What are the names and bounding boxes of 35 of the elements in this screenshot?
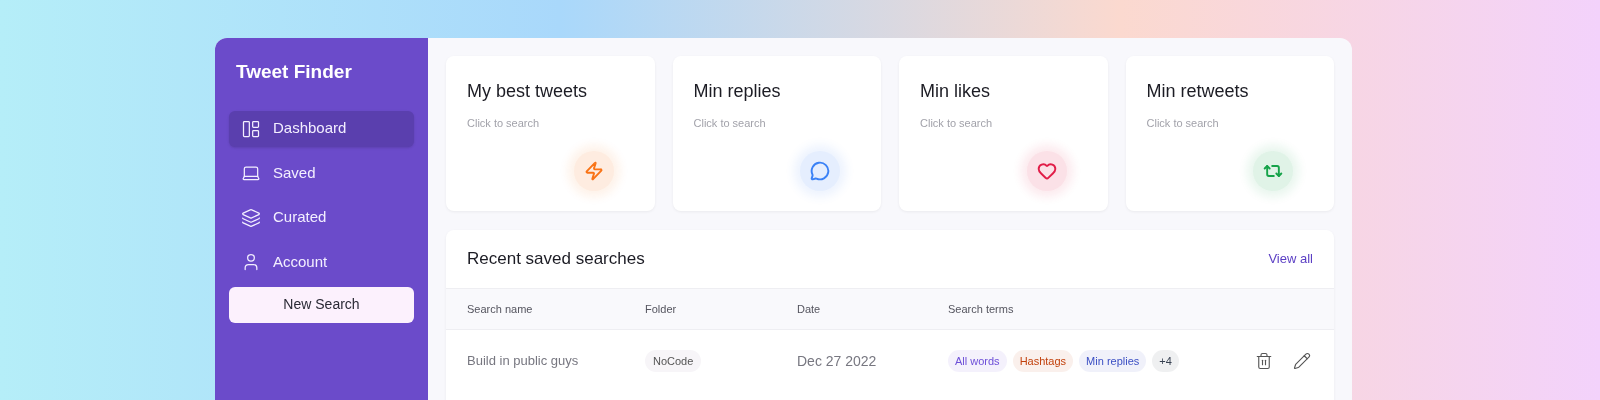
card-title: Min replies [693, 80, 782, 103]
app-title: Tweet Finder [235, 60, 353, 84]
shortcut-card[interactable]: Min replies Click to search [672, 56, 881, 211]
card-subtitle: Click to search [693, 116, 767, 131]
folder-tag: NoCode [645, 349, 702, 373]
layers-icon [241, 207, 261, 228]
column-header: Folder [645, 301, 678, 317]
shortcut-card[interactable]: Min likes Click to search [899, 56, 1108, 211]
card-subtitle: Click to search [467, 116, 541, 131]
card-subtitle: Click to search [1146, 116, 1220, 131]
card-subtitle: Click to search [920, 116, 994, 131]
nav-item[interactable]: Account [229, 244, 414, 280]
card-title: Min likes [920, 80, 991, 103]
term-tag: +4 [1152, 349, 1179, 373]
shortcut-card[interactable]: Min retweets Click to search [1125, 56, 1334, 211]
delete-icon[interactable] [1255, 352, 1273, 370]
table-cell-text: Build in public guys [467, 352, 580, 371]
shortcut-card[interactable]: My best tweets Click to search [446, 56, 655, 211]
table-cell-text: Dec 27 2022 [797, 351, 878, 371]
nav-item[interactable]: Curated [229, 199, 414, 236]
column-header: Search terms [948, 301, 1014, 317]
nav-item[interactable]: Saved [229, 155, 414, 191]
new-search-button[interactable]: New Search [229, 286, 414, 323]
term-tag: Min replies [1079, 349, 1147, 373]
layout-icon [241, 118, 261, 139]
nav-item[interactable]: Dashboard [229, 110, 414, 147]
column-header: Date [797, 301, 822, 317]
term-tag: Hashtags [1012, 349, 1074, 373]
term-tag: All words [948, 349, 1007, 373]
column-header: Search name [467, 301, 534, 317]
card-title: Min retweets [1146, 80, 1250, 103]
view-all-link[interactable]: View all [1268, 249, 1313, 269]
panel-title: Recent saved searches [467, 248, 645, 271]
edit-icon[interactable] [1293, 352, 1311, 370]
card-title: My best tweets [467, 80, 589, 103]
